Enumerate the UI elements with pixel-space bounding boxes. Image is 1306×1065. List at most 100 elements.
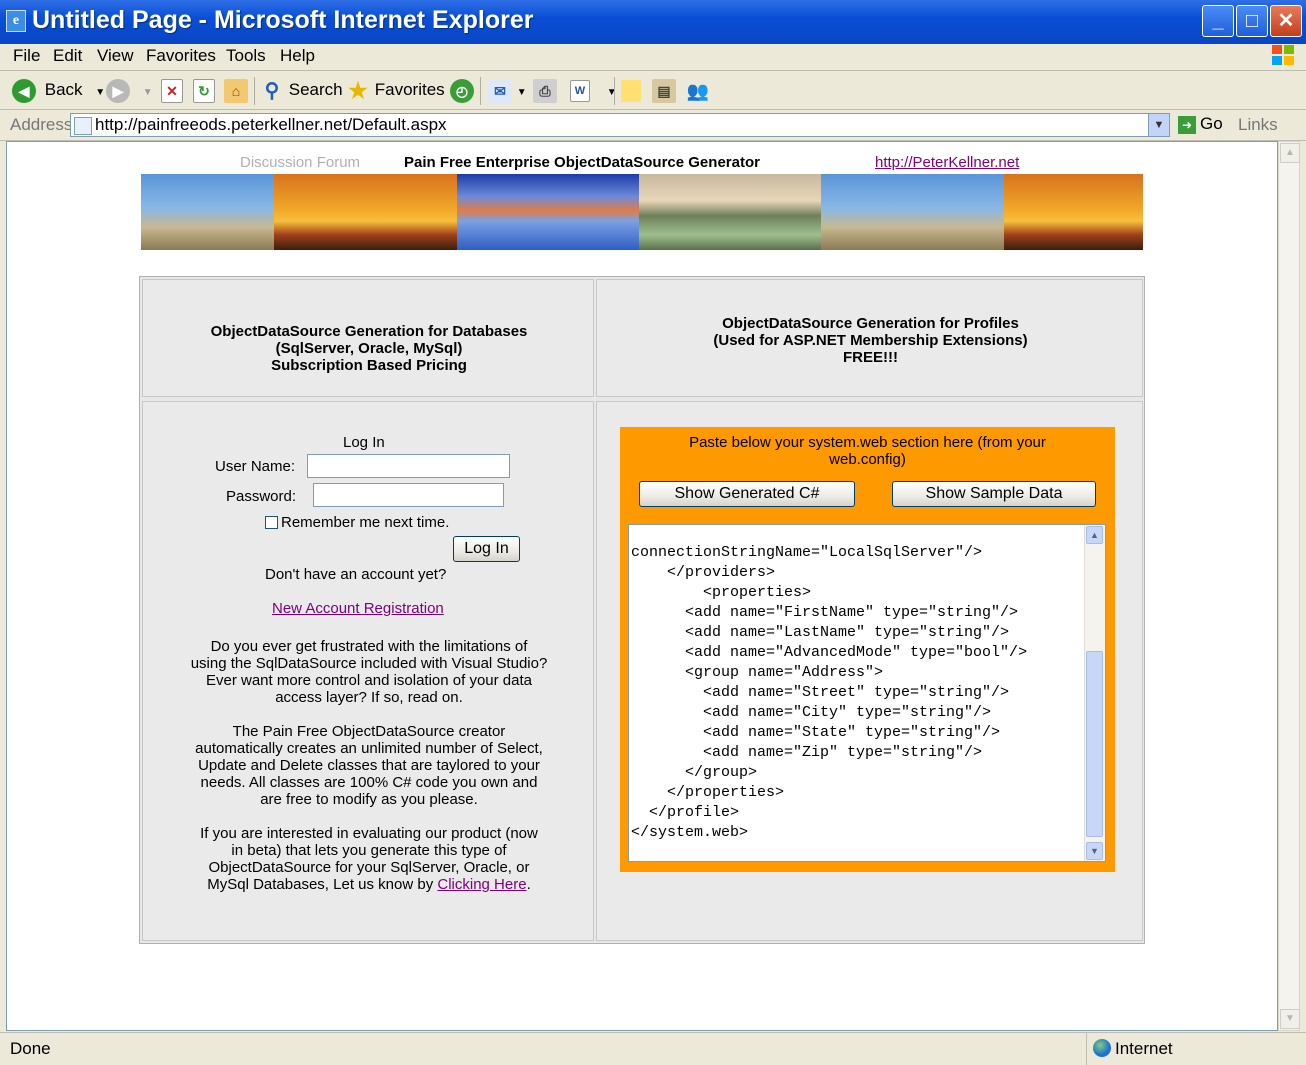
address-label: Address [10, 115, 73, 134]
show-generated-csharp-button[interactable]: Show Generated C# [639, 481, 855, 507]
refresh-icon: ↻ [193, 78, 215, 103]
discussion-forum-link[interactable]: Discussion Forum [240, 154, 360, 171]
menu-bar: File Edit View Favorites Tools Help [0, 44, 1306, 71]
paragraph-line: If you are interested in evaluating our … [200, 825, 538, 842]
print-button[interactable]: ⎙ [533, 77, 557, 103]
links-button[interactable]: Links [1238, 115, 1278, 135]
star-icon: ★ [348, 77, 368, 103]
close-button[interactable]: ✕ [1270, 5, 1302, 37]
paragraph-line: The Pain Free ObjectDataSource creator [232, 723, 506, 740]
instruction-line: web.config) [829, 451, 906, 468]
maximize-button[interactable]: □ [1236, 5, 1268, 37]
address-url[interactable]: http://painfreeods.peterkellner.net/Defa… [95, 115, 447, 135]
system-web-code[interactable]: connectionStringName="LocalSqlServer"/> … [631, 543, 1027, 843]
banner-image [141, 174, 274, 250]
peterkellner-link[interactable]: http://PeterKellner.net [875, 154, 1019, 171]
window-title: Untitled Page - Microsoft Internet Explo… [32, 6, 534, 34]
search-button[interactable]: ⚲ Search [260, 77, 343, 103]
home-button[interactable]: ⌂ [224, 77, 248, 103]
databases-header-cell: ObjectDataSource Generation for Database… [142, 279, 594, 397]
menu-file[interactable]: File [13, 46, 40, 66]
heading-line: (Used for ASP.NET Membership Extensions) [713, 332, 1028, 349]
page-heading: Pain Free Enterprise ObjectDataSource Ge… [404, 154, 760, 171]
system-web-textarea[interactable]: connectionStringName="LocalSqlServer"/> … [628, 524, 1106, 862]
research-button[interactable]: ▤ [652, 77, 676, 103]
banner-images [141, 174, 1143, 250]
paragraph-line: are free to modify as you please. [260, 791, 478, 808]
history-button[interactable]: ◴ [450, 77, 474, 103]
login-title: Log In [343, 434, 385, 451]
scroll-up-icon[interactable]: ▲ [1086, 526, 1103, 544]
register-link[interactable]: New Account Registration [272, 600, 444, 617]
back-button[interactable]: ◀ Back ▼ [12, 77, 105, 103]
textarea-scrollbar[interactable]: ▲ ▼ [1084, 525, 1105, 861]
messenger-button[interactable]: 👥 [686, 77, 710, 103]
creator-paragraph: The Pain Free ObjectDataSource creator a… [143, 723, 595, 808]
title-bar: e Untitled Page - Microsoft Internet Exp… [0, 0, 1306, 44]
scroll-up-icon[interactable]: ▲ [1280, 143, 1300, 163]
paragraph-text: . [526, 876, 531, 893]
windows-logo-icon [1272, 45, 1294, 65]
clicking-here-link[interactable]: Clicking Here [437, 876, 526, 893]
stop-icon: ✕ [161, 78, 183, 103]
back-arrow-icon: ◀ [12, 78, 36, 103]
ie-icon: e [6, 10, 26, 32]
refresh-button[interactable]: ↻ [193, 77, 215, 103]
show-sample-data-button[interactable]: Show Sample Data [892, 481, 1096, 507]
address-input[interactable]: http://painfreeods.peterkellner.net/Defa… [70, 113, 1170, 137]
forward-arrow-icon: ▶ [106, 78, 130, 103]
edit-button[interactable]: W ▼ [570, 77, 617, 103]
forward-button[interactable]: ▶ ▼ [106, 77, 153, 103]
edit-dropdown-icon[interactable]: ▼ [607, 87, 617, 98]
remember-checkbox[interactable] [265, 516, 278, 529]
go-button[interactable]: ➜ Go [1178, 114, 1223, 134]
mail-button[interactable]: ✉ ▼ [488, 77, 527, 103]
menu-tools[interactable]: Tools [226, 46, 266, 66]
go-arrow-icon: ➜ [1178, 115, 1196, 134]
banner-image [1004, 174, 1143, 250]
main-table: ObjectDataSource Generation for Database… [139, 276, 1145, 944]
menu-view[interactable]: View [97, 46, 134, 66]
scroll-down-icon[interactable]: ▼ [1086, 842, 1103, 860]
page: Discussion Forum Pain Free Enterprise Ob… [7, 142, 1277, 1030]
databases-heading: ObjectDataSource Generation for Database… [143, 323, 595, 374]
status-text: Done [10, 1039, 51, 1058]
scroll-thumb[interactable] [1086, 651, 1103, 837]
paragraph-line: Update and Delete classes that are taylo… [198, 757, 540, 774]
username-input[interactable] [307, 454, 510, 478]
login-cell: Log In User Name: Password: Remember me … [142, 401, 594, 941]
intro-paragraph: Do you ever get frustrated with the limi… [143, 638, 595, 706]
printer-icon: ⎙ [533, 78, 557, 103]
paste-instructions: Paste below your system.web section here… [620, 434, 1115, 468]
minimize-button[interactable]: _ [1202, 5, 1234, 37]
page-scrollbar[interactable]: ▲ ▼ [1278, 141, 1300, 1031]
mail-dropdown-icon[interactable]: ▼ [517, 87, 527, 98]
forward-dropdown-icon[interactable]: ▼ [143, 87, 153, 98]
menu-edit[interactable]: Edit [53, 46, 82, 66]
web-content: Discussion Forum Pain Free Enterprise Ob… [6, 141, 1278, 1031]
back-label: Back [44, 80, 83, 99]
scroll-down-icon[interactable]: ▼ [1280, 1009, 1300, 1029]
page-icon [74, 117, 92, 135]
messenger-icon: 👥 [686, 80, 710, 101]
discuss-button[interactable] [621, 77, 641, 103]
mail-icon: ✉ [488, 78, 512, 103]
paragraph-line: using the SqlDataSource included with Vi… [190, 655, 548, 672]
security-zone: Internet [1086, 1033, 1306, 1065]
menu-help[interactable]: Help [280, 46, 315, 66]
stop-button[interactable]: ✕ [161, 77, 183, 103]
evaluate-paragraph: If you are interested in evaluating our … [143, 825, 595, 893]
password-input[interactable] [313, 483, 504, 507]
login-button[interactable]: Log In [453, 536, 520, 562]
heading-line: Subscription Based Pricing [271, 357, 467, 374]
instruction-line: Paste below your system.web section here… [689, 434, 1046, 451]
paragraph-text: MySql Databases, Let us know by [207, 876, 438, 893]
favorites-button[interactable]: ★ Favorites [346, 77, 445, 103]
paragraph-line: access layer? If so, read on. [275, 689, 463, 706]
menu-favorites[interactable]: Favorites [146, 46, 216, 66]
history-icon: ◴ [450, 78, 474, 103]
banner-image [639, 174, 821, 250]
address-dropdown-icon[interactable]: ▼ [1148, 114, 1169, 136]
back-dropdown-icon[interactable]: ▼ [95, 87, 105, 98]
favorites-label: Favorites [374, 80, 445, 99]
